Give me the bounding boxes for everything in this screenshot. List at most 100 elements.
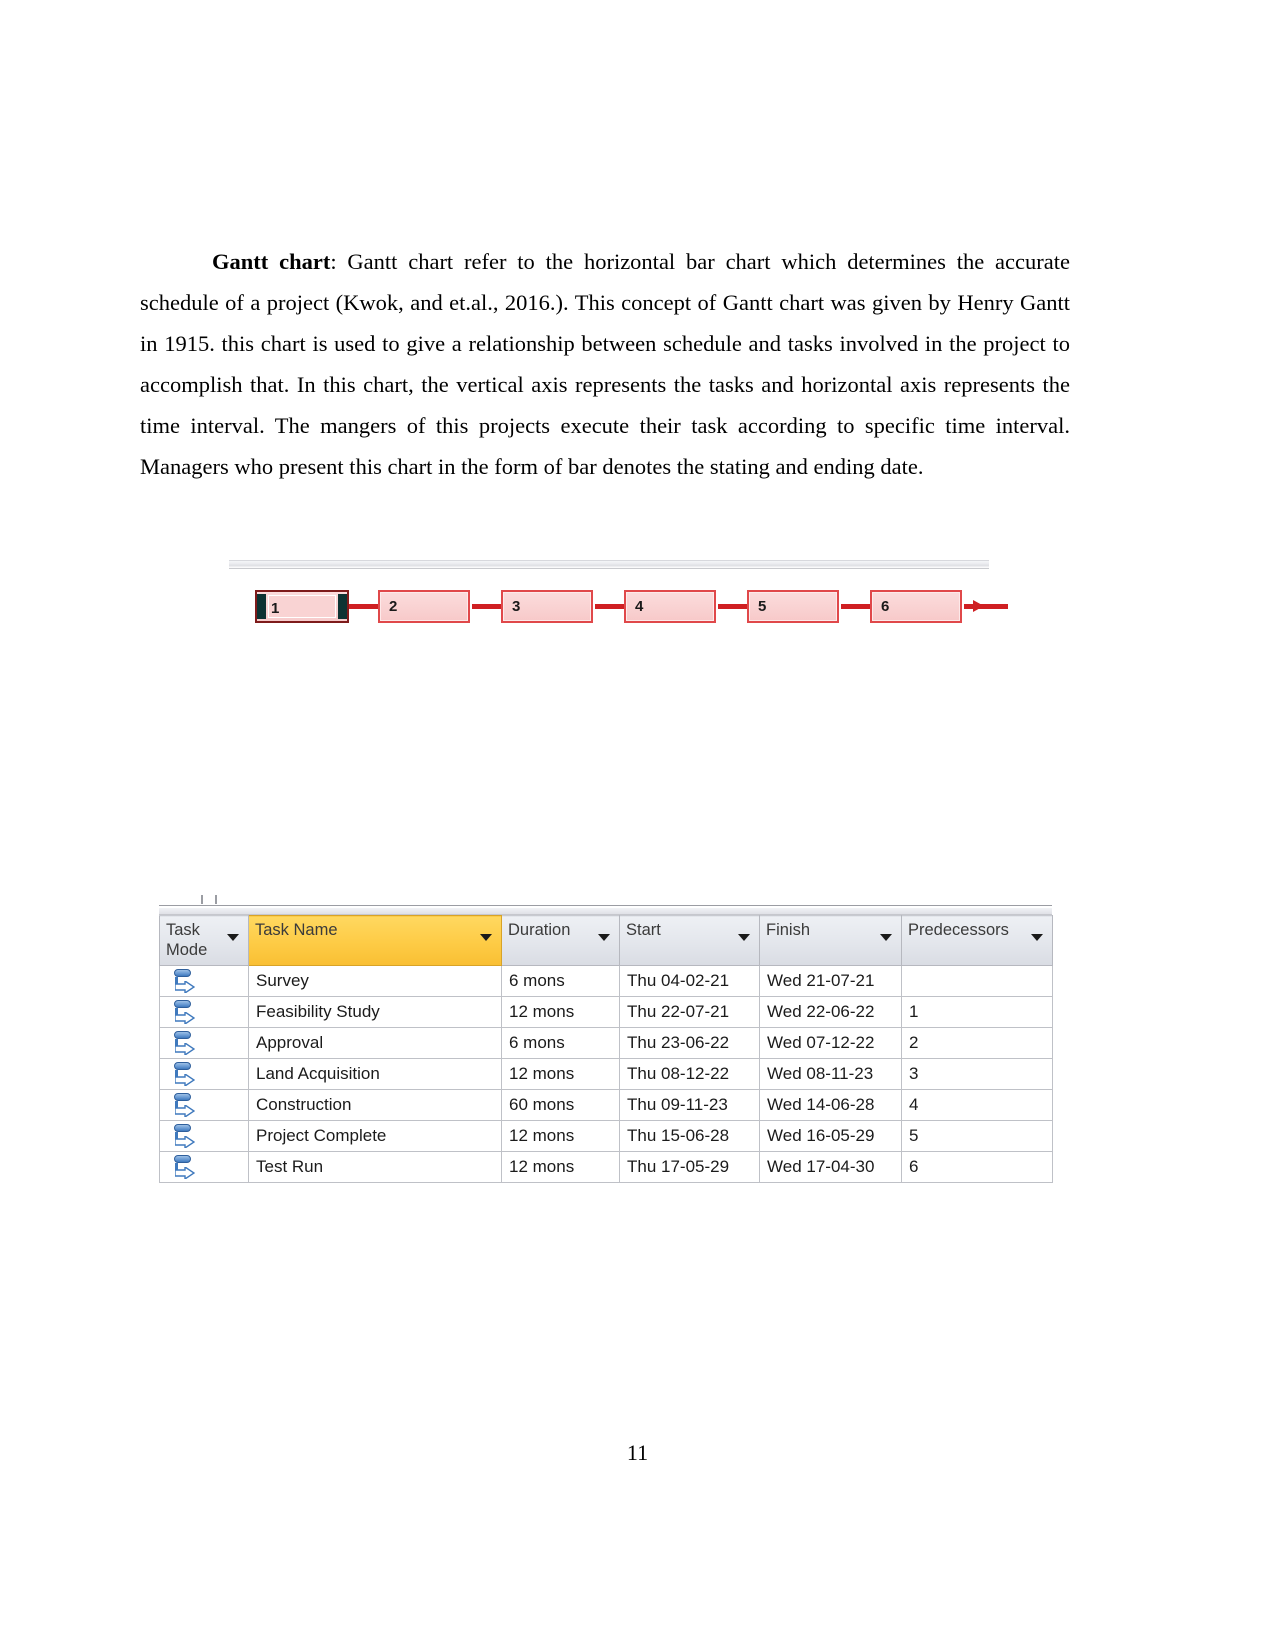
cell-start[interactable]: Thu 23-06-22 [619,1027,760,1059]
column-header-task-name[interactable]: Task Name [248,915,502,966]
cell-task-mode[interactable] [159,965,249,997]
auto-scheduled-bar [174,969,191,977]
chevron-down-icon[interactable] [880,934,892,941]
network-node-5-label: 5 [758,598,767,615]
auto-scheduled-arrow [175,981,195,993]
auto-scheduled-icon [171,1031,197,1056]
task-grid: Task Mode Task Name Duration Start Finis… [159,915,1053,1183]
cell-start[interactable]: Thu 22-07-21 [619,996,760,1028]
cell-predecessors[interactable]: 6 [901,1151,1053,1183]
cell-task-name[interactable]: Test Run [248,1151,502,1183]
auto-scheduled-bar [174,1062,191,1070]
auto-scheduled-arrow [175,1105,195,1117]
table-toolbar-strip [159,907,1052,915]
cell-start[interactable]: Thu 08-12-22 [619,1058,760,1090]
network-node-1[interactable]: 1 [255,590,349,623]
auto-scheduled-arrow [175,1136,195,1148]
cell-start[interactable]: Thu 04-02-21 [619,965,760,997]
chevron-down-icon[interactable] [480,934,492,941]
network-node-5[interactable]: 5 [747,590,839,623]
cell-task-mode[interactable] [159,1151,249,1183]
cell-start[interactable]: Thu 17-05-29 [619,1151,760,1183]
column-header-predecessors[interactable]: Predecessors [901,915,1053,966]
cell-predecessors[interactable]: 5 [901,1120,1053,1152]
network-diagram: 1 2 3 4 5 6 [229,560,1008,628]
cell-task-name[interactable]: Approval [248,1027,502,1059]
network-node-4[interactable]: 4 [624,590,716,623]
network-node-6[interactable]: 6 [870,590,962,623]
network-node-2[interactable]: 2 [378,590,470,623]
cell-duration[interactable]: 12 mons [501,1120,620,1152]
cell-finish[interactable]: Wed 17-04-30 [759,1151,902,1183]
cell-finish[interactable]: Wed 22-06-22 [759,996,902,1028]
cell-duration[interactable]: 60 mons [501,1089,620,1121]
cell-start[interactable]: Thu 09-11-23 [619,1089,760,1121]
auto-scheduled-bar [174,1093,191,1101]
cell-predecessors[interactable] [901,965,1053,997]
chevron-down-icon[interactable] [1031,934,1043,941]
cell-task-mode[interactable] [159,1089,249,1121]
network-node-2-label: 2 [389,598,398,615]
network-arrowhead-6-out [973,600,984,612]
table-row[interactable]: Construction 60 mons Thu 09-11-23 Wed 14-06… [159,1089,1053,1121]
cell-finish[interactable]: Wed 08-11-23 [759,1058,902,1090]
cell-task-mode[interactable] [159,996,249,1028]
cell-task-mode[interactable] [159,1120,249,1152]
column-header-finish[interactable]: Finish [759,915,902,966]
column-header-start[interactable]: Start [619,915,760,966]
auto-scheduled-arrow [175,1043,195,1055]
selection-handle-left-icon[interactable] [257,594,266,619]
cell-duration[interactable]: 12 mons [501,996,620,1028]
project-task-table: Task Mode Task Name Duration Start Finis… [159,893,1053,1183]
cell-predecessors[interactable]: 4 [901,1089,1053,1121]
paragraph-lead-term: Gantt chart [212,248,331,274]
auto-scheduled-bar [174,1124,191,1132]
auto-scheduled-icon [171,1062,197,1087]
column-header-duration[interactable]: Duration [501,915,620,966]
cell-finish[interactable]: Wed 07-12-22 [759,1027,902,1059]
chevron-down-icon[interactable] [598,934,610,941]
table-row[interactable]: Test Run 12 mons Thu 17-05-29 Wed 17-04-30 6 [159,1151,1053,1183]
auto-scheduled-bar [174,1031,191,1039]
cell-task-mode[interactable] [159,1058,249,1090]
network-node-1-label: 1 [271,600,280,617]
body-paragraph: Gantt chart: Gantt chart refer to the ho… [140,241,1070,487]
cell-finish[interactable]: Wed 14-06-28 [759,1089,902,1121]
network-link-6-out [964,604,1008,609]
network-node-3-label: 3 [512,598,521,615]
auto-scheduled-icon [171,1124,197,1149]
cell-task-name[interactable]: Survey [248,965,502,997]
network-node-6-label: 6 [881,598,890,615]
chevron-down-icon[interactable] [227,934,239,941]
cell-task-name[interactable]: Land Acquisition [248,1058,502,1090]
table-row[interactable]: Land Acquisition 12 mons Thu 08-12-22 Wed 0… [159,1058,1053,1090]
cell-finish[interactable]: Wed 21-07-21 [759,965,902,997]
cell-predecessors[interactable]: 1 [901,996,1053,1028]
cell-task-name[interactable]: Feasibility Study [248,996,502,1028]
cell-task-mode[interactable] [159,1027,249,1059]
table-row[interactable]: Approval 6 mons Thu 23-06-22 Wed 07-12-22 2 [159,1027,1053,1059]
table-row[interactable]: Survey 6 mons Thu 04-02-21 Wed 21-07-21 [159,965,1053,997]
cell-start[interactable]: Thu 15-06-28 [619,1120,760,1152]
cell-duration[interactable]: 6 mons [501,1027,620,1059]
cell-duration[interactable]: 6 mons [501,965,620,997]
paragraph-text: : Gantt chart refer to the horizontal ba… [140,248,1070,479]
network-node-3[interactable]: 3 [501,590,593,623]
network-node-4-label: 4 [635,598,644,615]
table-ruler [159,893,1052,907]
selection-handle-right-icon[interactable] [338,594,347,619]
column-header-predecessors-label: Predecessors [908,921,1009,939]
cell-finish[interactable]: Wed 16-05-29 [759,1120,902,1152]
cell-task-name[interactable]: Construction [248,1089,502,1121]
table-row[interactable]: Project Complete 12 mons Thu 15-06-28 Wed 1… [159,1120,1053,1152]
chevron-down-icon[interactable] [738,934,750,941]
cell-predecessors[interactable]: 2 [901,1027,1053,1059]
table-row[interactable]: Feasibility Study 12 mons Thu 22-07-21 Wed … [159,996,1053,1028]
cell-duration[interactable]: 12 mons [501,1058,620,1090]
cell-task-name[interactable]: Project Complete [248,1120,502,1152]
auto-scheduled-bar [174,1155,191,1163]
auto-scheduled-icon [171,969,197,994]
cell-duration[interactable]: 12 mons [501,1151,620,1183]
cell-predecessors[interactable]: 3 [901,1058,1053,1090]
column-header-task-mode[interactable]: Task Mode [159,915,249,966]
